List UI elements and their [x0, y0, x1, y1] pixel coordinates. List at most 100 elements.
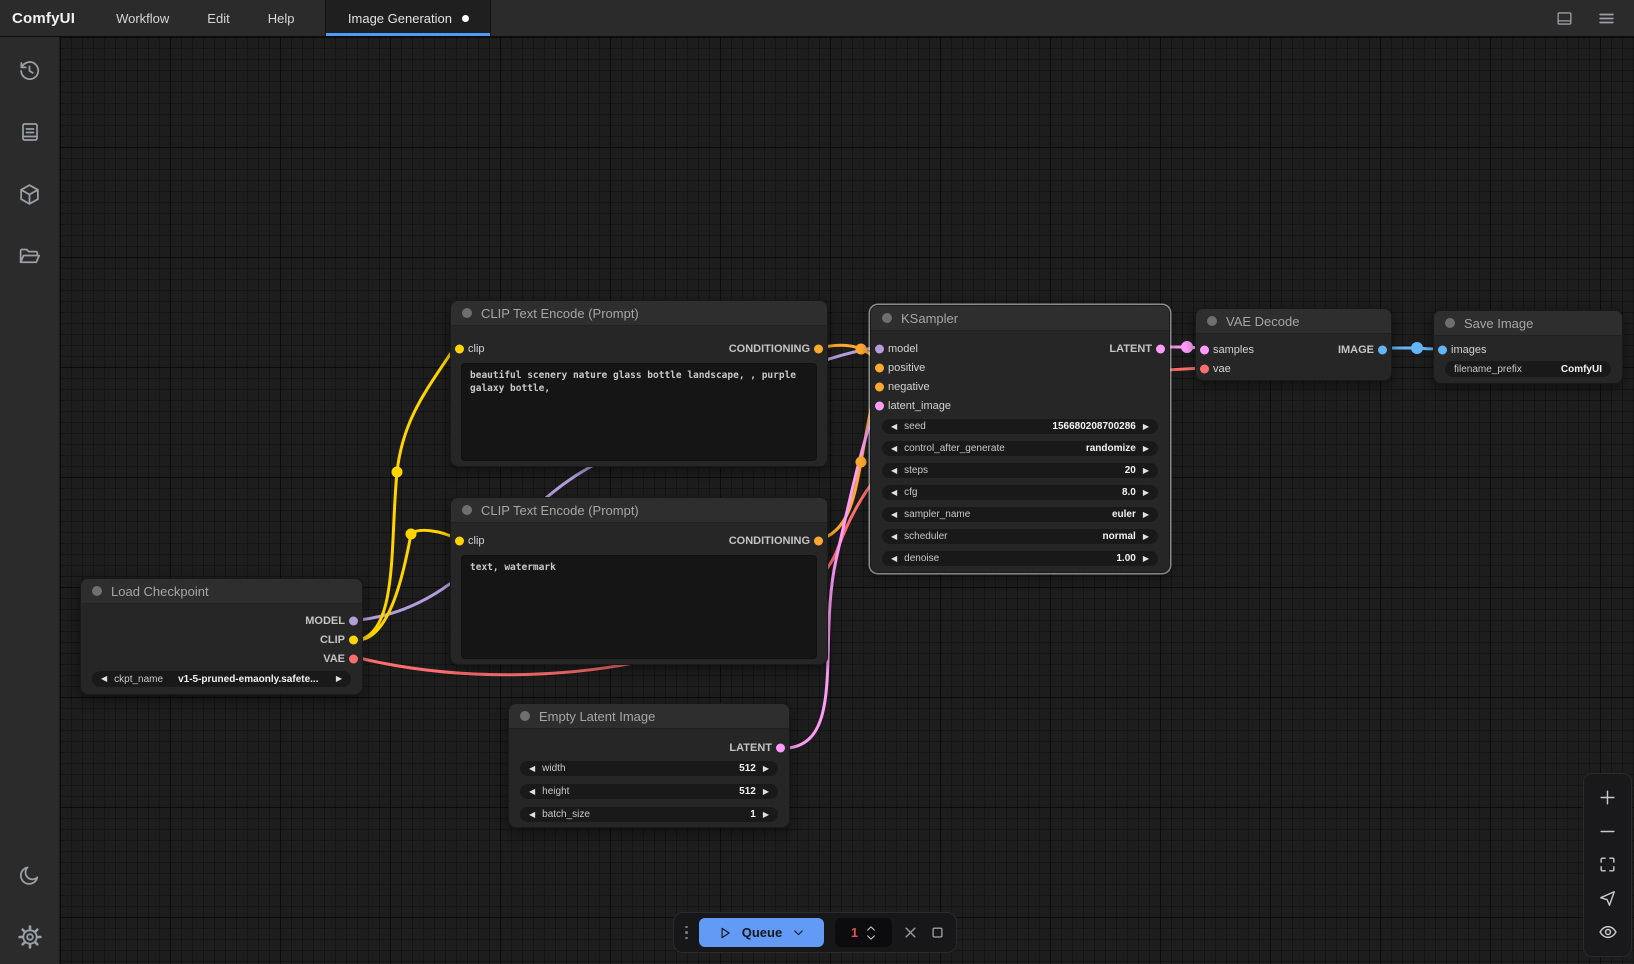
- port-vae-input[interactable]: [1200, 364, 1209, 373]
- node-header[interactable]: CLIP Text Encode (Prompt): [451, 301, 827, 326]
- step-left-icon[interactable]: ◀: [529, 765, 535, 773]
- port-image-output[interactable]: [1378, 345, 1387, 354]
- widget-batch-size[interactable]: ◀ batch_size 1 ▶: [520, 807, 778, 822]
- slot-label-image: IMAGE: [1338, 344, 1374, 356]
- widget-width[interactable]: ◀ width 512 ▶: [520, 761, 778, 776]
- menu-edit[interactable]: Edit: [188, 11, 248, 26]
- widget-ckpt-name[interactable]: ◀ ckpt_name v1-5-pruned-emaonly.safete..…: [92, 671, 351, 687]
- slot-label-clip: CLIP: [320, 634, 345, 646]
- port-samples-input[interactable]: [1200, 345, 1209, 354]
- node-save-image[interactable]: Save Image images filename_prefix ComfyU…: [1433, 310, 1623, 384]
- step-left-icon[interactable]: ◀: [891, 423, 897, 431]
- node-header[interactable]: Save Image: [1434, 311, 1622, 336]
- port-clip-input[interactable]: [455, 536, 464, 545]
- port-model-output[interactable]: [349, 616, 358, 625]
- widget-cfg[interactable]: ◀ cfg 8.0 ▶: [882, 485, 1158, 500]
- port-negative-input[interactable]: [875, 382, 884, 391]
- node-header[interactable]: CLIP Text Encode (Prompt): [451, 498, 827, 523]
- step-right-icon[interactable]: ▶: [763, 765, 769, 773]
- port-latent-output[interactable]: [1156, 344, 1165, 353]
- increment-icon[interactable]: [866, 925, 876, 932]
- step-left-icon[interactable]: ◀: [891, 467, 897, 475]
- port-vae-output[interactable]: [349, 654, 358, 663]
- toggle-bottom-panel-icon[interactable]: [1554, 8, 1574, 28]
- step-right-icon[interactable]: ▶: [763, 811, 769, 819]
- workflow-tab[interactable]: Image Generation: [325, 0, 491, 36]
- node-empty-latent-image[interactable]: Empty Latent Image LATENT ◀ width 512 ▶ …: [508, 703, 790, 828]
- node-library-icon[interactable]: [17, 119, 43, 145]
- step-right-icon[interactable]: ▶: [763, 788, 769, 796]
- node-vae-decode[interactable]: VAE Decode samples IMAGE vae: [1195, 308, 1392, 381]
- step-right-icon[interactable]: ▶: [1143, 423, 1149, 431]
- step-right-icon[interactable]: ▶: [1143, 489, 1149, 497]
- step-left-icon[interactable]: ◀: [891, 445, 897, 453]
- step-left-icon[interactable]: ◀: [529, 788, 535, 796]
- step-right-icon[interactable]: ▶: [1143, 533, 1149, 541]
- step-right-icon[interactable]: ▶: [1143, 467, 1149, 475]
- port-clip-input[interactable]: [455, 344, 464, 353]
- widget-value: 1: [750, 809, 756, 820]
- widget-label: steps: [904, 465, 928, 476]
- port-latent-image-input[interactable]: [875, 401, 884, 410]
- port-conditioning-output[interactable]: [814, 344, 823, 353]
- drag-handle[interactable]: [685, 926, 688, 940]
- step-right-icon[interactable]: ▶: [336, 675, 342, 683]
- step-right-icon[interactable]: ▶: [1143, 445, 1149, 453]
- prompt-textarea[interactable]: text, watermark: [461, 555, 817, 659]
- step-right-icon[interactable]: ▶: [1143, 555, 1149, 563]
- prompt-textarea[interactable]: beautiful scenery nature glass bottle la…: [461, 363, 817, 461]
- hamburger-menu-icon[interactable]: [1596, 8, 1616, 28]
- node-ksampler[interactable]: KSampler model LATENT positive negative …: [870, 305, 1170, 573]
- theme-toggle-moon-icon[interactable]: [17, 862, 43, 888]
- chevron-down-icon[interactable]: [792, 926, 805, 939]
- node-clip-text-encode-positive[interactable]: CLIP Text Encode (Prompt) clip CONDITION…: [450, 300, 828, 467]
- zoom-out-icon[interactable]: [1598, 821, 1618, 841]
- menu-help[interactable]: Help: [249, 11, 314, 26]
- step-left-icon[interactable]: ◀: [891, 511, 897, 519]
- step-left-icon[interactable]: ◀: [891, 489, 897, 497]
- fit-view-icon[interactable]: [1598, 855, 1618, 875]
- step-right-icon[interactable]: ▶: [1143, 511, 1149, 519]
- port-conditioning-output[interactable]: [814, 536, 823, 545]
- widget-label: control_after_generate: [904, 443, 1005, 454]
- port-latent-output[interactable]: [776, 743, 785, 752]
- settings-gear-icon[interactable]: [17, 924, 43, 950]
- widget-sampler-name[interactable]: ◀ sampler_name euler ▶: [882, 507, 1158, 522]
- decrement-icon[interactable]: [866, 934, 876, 941]
- node-load-checkpoint[interactable]: Load Checkpoint MODEL CLIP VAE ◀ ckpt_na…: [80, 578, 363, 695]
- toggle-link-visibility-eye-icon[interactable]: [1598, 922, 1618, 942]
- step-left-icon[interactable]: ◀: [529, 811, 535, 819]
- batch-count-input[interactable]: 1: [835, 918, 891, 947]
- step-left-icon[interactable]: ◀: [101, 675, 107, 683]
- workflows-folder-icon[interactable]: [17, 243, 43, 269]
- step-left-icon[interactable]: ◀: [891, 533, 897, 541]
- widget-control-after-generate[interactable]: ◀ control_after_generate randomize ▶: [882, 441, 1158, 456]
- widget-scheduler[interactable]: ◀ scheduler normal ▶: [882, 529, 1158, 544]
- node-header[interactable]: Load Checkpoint: [81, 579, 362, 604]
- pan-mode-cursor-icon[interactable]: [1598, 889, 1618, 909]
- clear-queue-icon[interactable]: [903, 925, 919, 941]
- node-graph-canvas[interactable]: [60, 37, 1634, 964]
- widget-denoise[interactable]: ◀ denoise 1.00 ▶: [882, 551, 1158, 566]
- zoom-in-icon[interactable]: [1598, 788, 1618, 808]
- widget-height[interactable]: ◀ height 512 ▶: [520, 784, 778, 799]
- model-library-icon[interactable]: [17, 181, 43, 207]
- port-clip-output[interactable]: [349, 635, 358, 644]
- port-model-input[interactable]: [875, 344, 884, 353]
- node-header[interactable]: Empty Latent Image: [509, 704, 789, 729]
- stop-icon[interactable]: [929, 925, 945, 941]
- node-title: VAE Decode: [1226, 314, 1299, 329]
- step-left-icon[interactable]: ◀: [891, 555, 897, 563]
- menu-workflow[interactable]: Workflow: [97, 11, 188, 26]
- node-header[interactable]: VAE Decode: [1196, 309, 1391, 334]
- widget-filename-prefix[interactable]: filename_prefix ComfyUI: [1445, 361, 1611, 377]
- port-images-input[interactable]: [1438, 345, 1447, 354]
- node-title: Load Checkpoint: [111, 584, 209, 599]
- queue-history-icon[interactable]: [17, 57, 43, 83]
- node-clip-text-encode-negative[interactable]: CLIP Text Encode (Prompt) clip CONDITION…: [450, 497, 828, 665]
- port-positive-input[interactable]: [875, 363, 884, 372]
- node-header[interactable]: KSampler: [871, 306, 1169, 331]
- widget-seed[interactable]: ◀ seed 156680208700286 ▶: [882, 419, 1158, 434]
- queue-button[interactable]: Queue: [699, 918, 825, 947]
- widget-steps[interactable]: ◀ steps 20 ▶: [882, 463, 1158, 478]
